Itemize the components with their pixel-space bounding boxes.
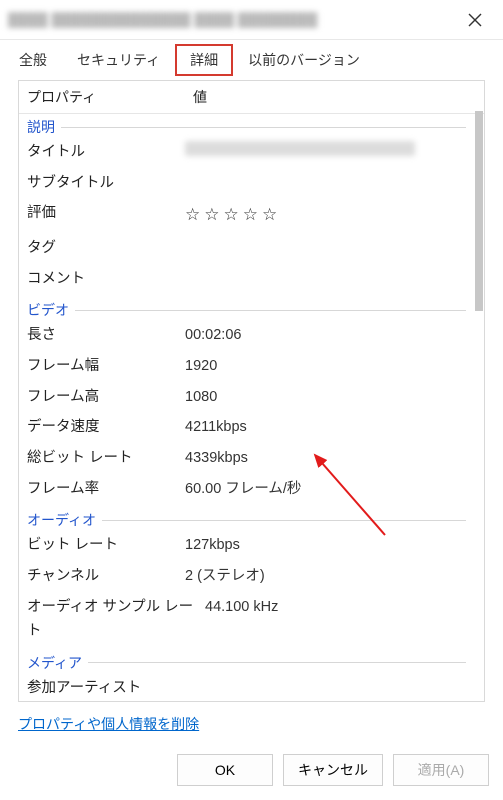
prop-totalbitrate-value: 4339kbps bbox=[185, 446, 466, 471]
prop-subtitle-value[interactable] bbox=[185, 171, 466, 196]
prop-title-value[interactable] bbox=[185, 140, 466, 165]
prop-channels-value: 2 (ステレオ) bbox=[185, 564, 466, 589]
prop-framewidth-label: フレーム幅 bbox=[27, 354, 185, 379]
prop-frameheight-label: フレーム高 bbox=[27, 385, 185, 410]
prop-title-label: タイトル bbox=[27, 140, 185, 165]
prop-audiosamplerate-label: オーディオ サンプル レート bbox=[27, 595, 205, 644]
prop-length-label: 長さ bbox=[27, 323, 185, 348]
prop-datarate-label: データ速度 bbox=[27, 415, 185, 440]
group-audio: オーディオ bbox=[19, 504, 474, 530]
window-title: ████ ██████████████ ████ ████████ bbox=[8, 12, 455, 28]
tab-strip: 全般 セキュリティ 詳細 以前のバージョン bbox=[0, 44, 503, 76]
group-video: ビデオ bbox=[19, 294, 474, 320]
apply-button[interactable]: 適用(A) bbox=[393, 754, 489, 786]
prop-subtitle-label: サブタイトル bbox=[27, 171, 185, 196]
prop-comments-label: コメント bbox=[27, 267, 185, 292]
prop-audiosamplerate-value: 44.100 kHz bbox=[205, 595, 466, 644]
ok-button[interactable]: OK bbox=[177, 754, 273, 786]
prop-framewidth-value: 1920 bbox=[185, 354, 466, 379]
tab-security[interactable]: セキュリティ bbox=[62, 44, 175, 76]
remove-properties-link[interactable]: プロパティや個人情報を削除 bbox=[18, 716, 199, 732]
close-button[interactable] bbox=[455, 0, 495, 40]
prop-rating-label: 評価 bbox=[27, 201, 185, 230]
prop-framerate-value: 60.00 フレーム/秒 bbox=[185, 477, 466, 502]
prop-tags-value[interactable] bbox=[185, 236, 466, 261]
tab-previous-versions[interactable]: 以前のバージョン bbox=[233, 44, 375, 76]
prop-rating-value[interactable]: ☆☆☆☆☆ bbox=[185, 201, 466, 230]
column-header-property[interactable]: プロパティ bbox=[19, 81, 185, 113]
group-media: メディア bbox=[19, 647, 474, 673]
prop-tags-label: タグ bbox=[27, 236, 185, 261]
close-icon bbox=[468, 13, 482, 27]
tab-details[interactable]: 詳細 bbox=[175, 44, 233, 76]
scrollbar-thumb[interactable] bbox=[475, 111, 483, 311]
prop-artist-label: 参加アーティスト bbox=[27, 676, 185, 701]
prop-totalbitrate-label: 総ビット レート bbox=[27, 446, 185, 471]
group-description: 説明 bbox=[19, 111, 474, 137]
prop-audiobitrate-value: 127kbps bbox=[185, 533, 466, 558]
prop-datarate-value: 4211kbps bbox=[185, 415, 466, 440]
cancel-button[interactable]: キャンセル bbox=[283, 754, 383, 786]
prop-audiobitrate-label: ビット レート bbox=[27, 533, 185, 558]
prop-length-value: 00:02:06 bbox=[185, 323, 466, 348]
prop-comments-value[interactable] bbox=[185, 267, 466, 292]
prop-framerate-label: フレーム率 bbox=[27, 477, 185, 502]
properties-listbox[interactable]: プロパティ 値 説明 タイトル サブタイトル 評価 ☆☆☆☆☆ bbox=[18, 80, 485, 702]
tab-general[interactable]: 全般 bbox=[4, 44, 62, 76]
prop-channels-label: チャンネル bbox=[27, 564, 185, 589]
prop-frameheight-value: 1080 bbox=[185, 385, 466, 410]
prop-artist-value[interactable] bbox=[185, 676, 466, 701]
column-header-value[interactable]: 値 bbox=[185, 81, 484, 113]
